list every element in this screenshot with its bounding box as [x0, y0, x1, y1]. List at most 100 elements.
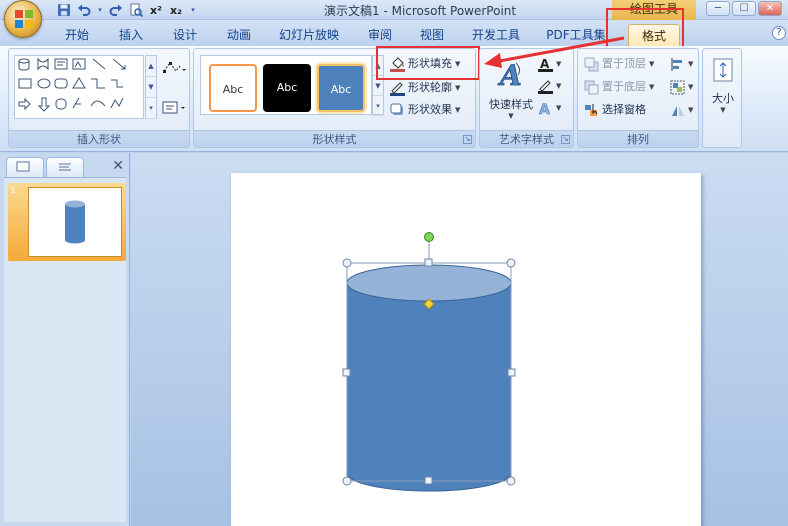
slide-canvas[interactable] — [231, 173, 701, 526]
close-icon[interactable]: ✕ — [112, 158, 124, 174]
edit-points-icon — [163, 62, 186, 73]
chevron-down-icon: ▼ — [688, 106, 694, 114]
tab-home[interactable]: 开始 — [56, 24, 98, 46]
slides-view-icon — [16, 161, 30, 172]
rotate-icon — [670, 103, 685, 118]
scroll-up-icon[interactable]: ▲ — [146, 56, 156, 77]
chevron-down-icon: ▼ — [508, 112, 514, 120]
office-button[interactable] — [4, 0, 42, 38]
subscript-icon[interactable]: x₂ — [168, 2, 184, 18]
text-box-button[interactable] — [161, 99, 187, 117]
quick-styles-label: 快速样式 — [489, 98, 533, 111]
shape-effects-label: 形状效果 — [408, 103, 452, 116]
more-icon[interactable]: ▾ — [373, 96, 383, 116]
text-effects-button[interactable]: A ▼ — [538, 99, 562, 118]
group-button[interactable]: ▼ — [670, 78, 693, 96]
help-icon[interactable]: ? — [772, 26, 786, 40]
panel-tabs: ✕ — [4, 157, 128, 177]
tab-animation[interactable]: 动画 — [218, 24, 260, 46]
rotate-button[interactable]: ▼ — [670, 101, 693, 119]
chevron-down-icon: ▼ — [556, 104, 562, 112]
svg-text:A: A — [539, 102, 550, 116]
style-thumb-black[interactable]: Abc — [263, 64, 311, 112]
style-thumb-orange[interactable]: Abc — [209, 64, 257, 112]
size-label: 大小 — [712, 92, 734, 105]
style-thumb-blue-selected[interactable]: Abc — [317, 64, 365, 112]
ribbon: ▲ ▼ ▾ 插入形状 Abc Abc Abc ▲ ▼ ▾ 形状填充 ▼ 形状轮廓… — [0, 46, 788, 152]
chevron-down-icon[interactable]: ▾ — [96, 2, 104, 18]
tab-slideshow[interactable]: 幻灯片放映 — [272, 24, 346, 46]
shapes-gallery[interactable] — [14, 55, 144, 119]
selection-pane-icon — [584, 103, 599, 118]
chevron-down-icon: ▼ — [455, 84, 461, 92]
group-label-insert-shapes: 插入形状 — [9, 130, 189, 147]
send-to-back-label: 置于底层 — [602, 80, 646, 93]
tab-slides[interactable] — [6, 157, 44, 177]
minimize-button[interactable]: ─ — [706, 1, 730, 16]
selection-pane-label: 选择窗格 — [602, 103, 646, 116]
chevron-down-icon: ▼ — [649, 83, 655, 91]
undo-icon[interactable] — [76, 2, 92, 18]
align-button[interactable]: ▼ — [670, 55, 693, 73]
close-window-button[interactable]: ✕ — [758, 1, 782, 16]
quick-access-toolbar: ▾ x² x₂ ▾ — [56, 2, 198, 18]
tab-insert[interactable]: 插入 — [110, 24, 152, 46]
selection-pane-button[interactable]: 选择窗格 — [584, 101, 646, 119]
pen-icon — [390, 81, 405, 96]
dialog-launcher-icon[interactable]: ↘ — [561, 135, 570, 144]
size-icon — [713, 58, 733, 82]
outline-view-icon — [59, 163, 71, 171]
shapes-gallery-icons — [18, 57, 126, 112]
text-effects-icon: A — [538, 101, 553, 118]
tab-review[interactable]: 审阅 — [360, 24, 400, 46]
chevron-down-icon: ▼ — [688, 83, 694, 91]
dialog-launcher-icon[interactable]: ↘ — [463, 135, 472, 144]
edit-shape-button[interactable] — [161, 59, 187, 77]
group-label-arrange: 排列 — [578, 130, 698, 147]
align-icon — [670, 57, 685, 72]
scroll-down-icon[interactable]: ▼ — [146, 77, 156, 98]
superscript-icon[interactable]: x² — [148, 2, 164, 18]
effects-icon — [390, 103, 405, 118]
slide-thumbnail-1[interactable] — [28, 187, 122, 257]
chevron-down-icon: ▼ — [455, 106, 461, 114]
tab-view[interactable]: 视图 — [412, 24, 452, 46]
cylinder-shape[interactable] — [231, 173, 701, 526]
chevron-down-icon: ▼ — [556, 82, 562, 90]
thumbnail-cylinder — [65, 200, 85, 244]
tab-outline[interactable] — [46, 157, 84, 177]
shape-fill-highlight — [376, 46, 480, 80]
shape-outline-label: 形状轮廓 — [408, 81, 452, 94]
slide-thumbnail-selected[interactable]: 1 — [8, 183, 126, 261]
group-label-shape-styles: 形状样式 — [194, 130, 475, 147]
maximize-button[interactable]: ☐ — [732, 1, 756, 16]
group-icon — [670, 80, 685, 95]
redo-icon[interactable] — [108, 2, 124, 18]
chevron-down-icon: ▼ — [720, 106, 726, 114]
send-to-back-button[interactable]: 置于底层 ▼ — [584, 78, 654, 96]
slide-number: 1 — [10, 186, 16, 196]
office-logo-icon — [15, 10, 33, 28]
shapes-gallery-scroll[interactable]: ▲ ▼ ▾ — [145, 55, 157, 119]
group-size: 大小 ▼ — [702, 48, 742, 148]
slide-editing-area — [131, 153, 788, 526]
shape-effects-button[interactable]: 形状效果 ▼ — [390, 101, 460, 119]
slide-thumbnails: 1 — [4, 177, 126, 522]
slides-panel: ✕ 1 — [0, 153, 130, 526]
text-outline-button[interactable]: ▼ — [538, 77, 561, 95]
customize-toolbar-icon[interactable]: ▾ — [188, 2, 198, 18]
shape-styles-gallery[interactable]: Abc Abc Abc — [200, 55, 372, 115]
shape-outline-button[interactable]: 形状轮廓 ▼ — [390, 79, 460, 97]
size-button[interactable]: 大小 ▼ — [708, 57, 738, 127]
group-insert-shapes: ▲ ▼ ▾ 插入形状 — [8, 48, 190, 148]
chevron-down-icon: ▼ — [688, 60, 694, 68]
annotation-arrow — [484, 36, 625, 68]
group-label-wordart: 艺术字样式 — [480, 130, 573, 147]
save-icon[interactable] — [56, 2, 72, 18]
textbox-icon — [162, 101, 185, 114]
print-preview-icon[interactable] — [128, 2, 144, 18]
more-icon[interactable]: ▾ — [146, 98, 156, 119]
chevron-down-icon: ▼ — [649, 60, 655, 68]
tab-design[interactable]: 设计 — [164, 24, 206, 46]
window-title: 演示文稿1 - Microsoft PowerPoint — [324, 4, 517, 18]
